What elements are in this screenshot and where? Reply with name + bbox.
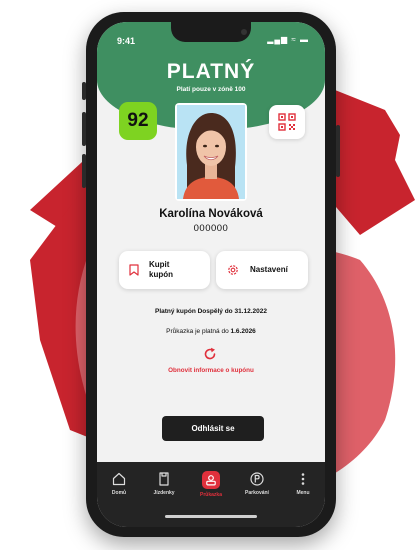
more-icon [301,473,305,485]
nav-item-tickets[interactable]: Jízdenky [144,471,184,496]
camera [241,29,247,35]
home-indicator [165,515,257,518]
qr-code-button[interactable] [269,105,305,139]
zone-number-badge: 92 [119,102,157,140]
nav-label-tickets: Jízdenky [153,490,175,496]
home-icon [112,472,126,486]
profile-photo [175,103,247,201]
parking-icon [250,472,264,486]
zone-subtitle: Platí pouze v zóně 100 [176,86,246,93]
logout-button[interactable]: Odhlásit se [162,416,264,441]
red-shape-right [330,90,415,235]
gear-icon [228,265,238,275]
nav-item-home[interactable]: Domů [99,471,139,496]
nav-item-card[interactable]: Průkazka [191,471,231,498]
bookmark-icon [129,264,139,276]
nav-label-card: Průkazka [200,492,222,498]
validity-status-title: PLATNÝ [166,60,256,83]
card-validity-date: 1.6.2026 [230,328,256,335]
nav-item-parking[interactable]: Parkování [237,471,277,496]
nav-label-parking: Parkování [245,490,269,496]
status-icons: ▂▄▆ ≈ ▬ [267,35,309,44]
nav-item-menu[interactable]: Menu [283,471,323,496]
notch [171,22,251,42]
settings-button[interactable]: Nastavení [216,251,308,289]
refresh-icon[interactable] [203,347,217,361]
refresh-coupon-link[interactable]: Obnovit informace o kupónu [97,367,325,374]
nav-label-menu: Menu [296,490,310,496]
status-time: 9:41 [117,36,136,46]
ticket-icon [159,472,169,486]
volume-down-button [82,154,86,188]
nav-label-home: Domů [111,490,127,496]
app-screen: 9:41 ▂▄▆ ≈ ▬ PLATNÝ Platí pouze v zóně 1… [97,22,325,527]
power-button [336,125,340,177]
volume-up-button [82,112,86,146]
user-card-icon [206,475,216,486]
buy-coupon-button[interactable]: Kupit kupón [119,251,210,289]
card-number: 000000 [193,223,229,234]
settings-label: Nastavení [250,265,288,274]
profile-photo-image [177,105,245,199]
holder-name: Karolína Nováková [159,208,263,220]
nav-active-highlight [202,471,220,489]
coupon-validity-text: Platný kupón Dospělý do 31.12.2022 [155,308,267,315]
card-validity-text: Průkazka je platná do 1.6.2026 [97,328,325,335]
mute-switch [82,82,86,100]
qr-code-icon [278,113,296,131]
card-validity-prefix: Průkazka je platná do [166,328,231,335]
buy-coupon-label: Kupit kupón [149,260,173,279]
